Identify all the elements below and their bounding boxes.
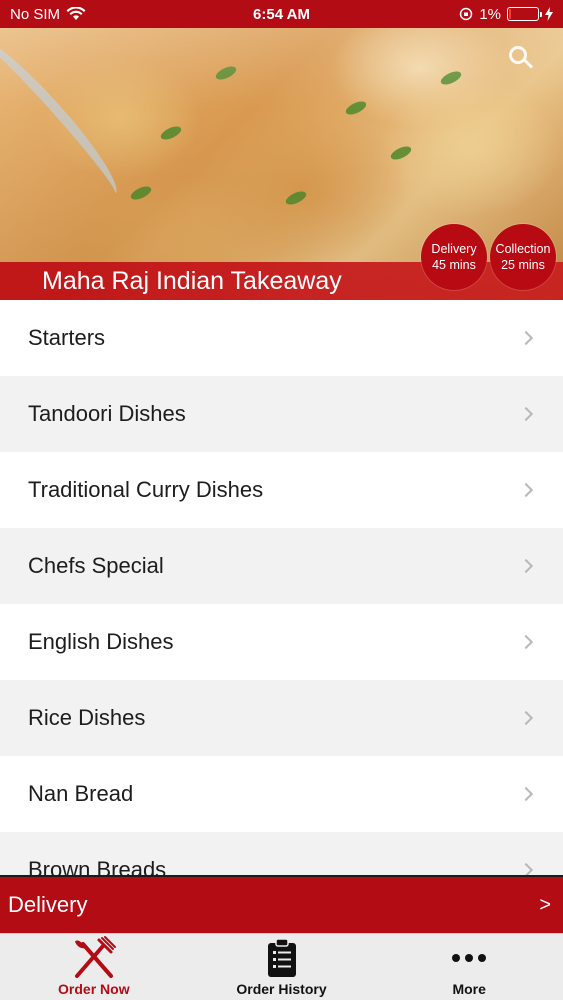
menu-item-label: Starters	[28, 325, 106, 350]
orientation-lock-icon	[460, 7, 473, 21]
menu-item-english-dishes[interactable]: English Dishes	[0, 604, 563, 680]
order-mode-arrow: >	[539, 893, 551, 916]
menu-item-label: Tandoori Dishes	[28, 401, 186, 426]
menu-item-rice-dishes[interactable]: Rice Dishes	[0, 680, 563, 756]
more-dots-icon	[452, 954, 487, 962]
carrier-label: No SIM	[10, 5, 61, 23]
menu-item-label: Chefs Special	[28, 553, 164, 578]
chevron-right-icon	[518, 330, 534, 346]
restaurant-name: Maha Raj Indian Takeaway	[42, 267, 342, 295]
order-mode-bar[interactable]: Delivery >	[0, 875, 563, 933]
delivery-time-badge: Delivery 45 mins	[421, 224, 487, 290]
chevron-right-icon	[518, 710, 534, 726]
menu-item-traditional-curry-dishes[interactable]: Traditional Curry Dishes	[0, 452, 563, 528]
chevron-right-icon	[518, 862, 534, 875]
clipboard-list-icon	[267, 938, 296, 977]
menu-item-label: Traditional Curry Dishes	[28, 477, 264, 502]
menu-item-tandoori-dishes[interactable]: Tandoori Dishes	[0, 376, 563, 452]
hero-banner-image: Maha Raj Indian Takeaway Delivery 45 min…	[0, 28, 563, 300]
menu-item-label: Nan Bread	[28, 781, 134, 806]
chevron-right-icon	[518, 558, 534, 574]
collection-badge-time: 25 mins	[501, 258, 545, 272]
menu-item-label: Rice Dishes	[28, 705, 146, 730]
chevron-right-icon	[518, 482, 534, 498]
tab-label: Order Now	[58, 981, 130, 997]
bottom-tab-bar: Order Now Order History More	[0, 933, 563, 1000]
menu-item-label: Brown Breads	[28, 857, 167, 875]
collection-time-badge: Collection 25 mins	[490, 224, 556, 290]
order-mode-label: Delivery	[8, 892, 88, 917]
search-icon[interactable]	[509, 46, 527, 64]
tab-order-now[interactable]: Order Now	[0, 934, 188, 1000]
status-bar: No SIM 6:54 AM 1%	[0, 0, 563, 28]
chevron-right-icon	[518, 406, 534, 422]
wifi-icon	[66, 7, 86, 20]
menu-item-chefs-special[interactable]: Chefs Special	[0, 528, 563, 604]
delivery-badge-label: Delivery	[431, 242, 477, 256]
menu-item-starters[interactable]: Starters	[0, 300, 563, 376]
menu-category-list[interactable]: Starters Tandoori Dishes Traditional Cur…	[0, 300, 563, 875]
tab-more[interactable]: More	[375, 934, 563, 1000]
delivery-badge-time: 45 mins	[432, 258, 476, 272]
tab-label: More	[452, 981, 486, 997]
menu-item-brown-breads[interactable]: Brown Breads	[0, 832, 563, 875]
battery-icon	[507, 7, 542, 21]
chevron-right-icon	[518, 786, 534, 802]
battery-percent: 1%	[479, 5, 501, 23]
menu-item-nan-bread[interactable]: Nan Bread	[0, 756, 563, 832]
tab-label: Order History	[236, 981, 327, 997]
charging-bolt-icon	[545, 7, 553, 21]
chevron-right-icon	[518, 634, 534, 650]
fork-knife-icon	[74, 936, 116, 978]
menu-item-label: English Dishes	[28, 629, 174, 654]
collection-badge-label: Collection	[495, 242, 551, 256]
tab-order-history[interactable]: Order History	[188, 934, 376, 1000]
